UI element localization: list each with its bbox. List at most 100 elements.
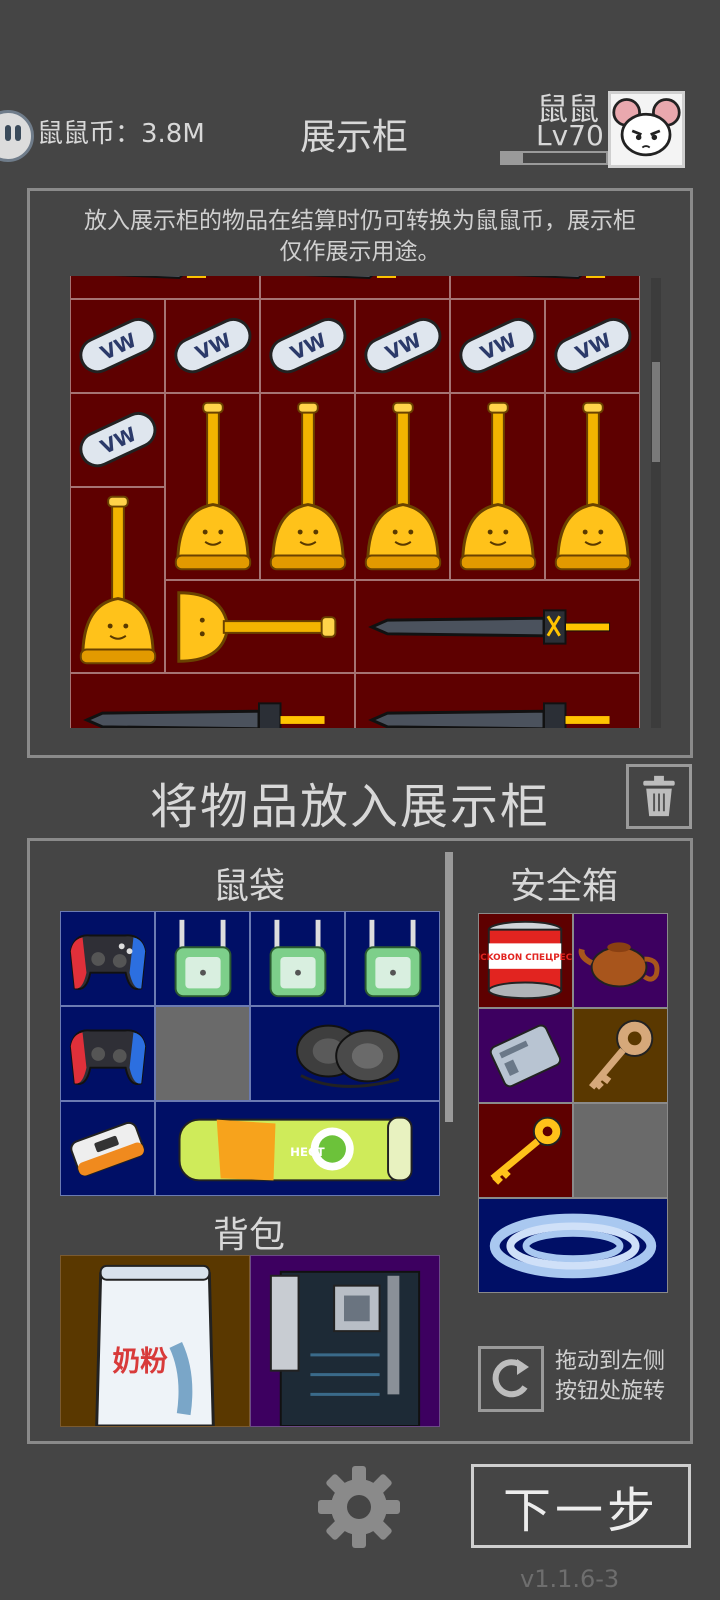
drink-label: НЕСТ <box>290 1145 324 1159</box>
milk-powder-jug-icon: 奶粉 <box>95 1264 215 1426</box>
capsule-icon: VW <box>459 317 537 374</box>
pouch-item-gamepad[interactable] <box>60 1006 155 1101</box>
showcase-item-weapon[interactable] <box>260 276 450 299</box>
sword-icon <box>368 609 611 645</box>
router-icon <box>364 919 422 998</box>
pouch-item-gamepad[interactable] <box>60 911 155 1006</box>
drink-tube-icon: НЕСТ <box>178 1116 413 1182</box>
safe-empty-slot[interactable] <box>573 1103 668 1198</box>
showcase-item-plunger-sideways[interactable] <box>165 580 355 673</box>
gamepad-icon <box>69 934 147 990</box>
plunger-icon <box>174 401 252 571</box>
hose-coil-icon <box>489 1213 657 1279</box>
sword-icon <box>368 702 610 728</box>
showcase-item-plunger[interactable] <box>450 393 545 580</box>
showcase-item-capsule[interactable]: VW <box>450 299 545 393</box>
plunger-icon <box>364 401 442 571</box>
currency-display: 鼠鼠币：3.8M <box>37 119 205 149</box>
backpack-item-motherboard[interactable] <box>250 1255 440 1427</box>
showcase-item-capsule[interactable]: VW <box>70 393 165 487</box>
plunger-icon <box>269 401 347 571</box>
gear-icon <box>318 1466 400 1548</box>
showcase-item-sword[interactable] <box>355 580 640 673</box>
headphones-icon <box>296 1024 400 1088</box>
showcase-item-plunger[interactable] <box>70 487 165 673</box>
showcase-item-weapon[interactable] <box>70 276 260 299</box>
plunger-icon <box>554 401 632 571</box>
plunger-icon <box>459 401 537 571</box>
placement-heading: 将物品放入展示柜 <box>150 779 551 835</box>
capsule-icon: VW <box>79 411 157 468</box>
inventory-scrollbar[interactable] <box>445 852 453 1122</box>
mouse-avatar-icon <box>612 98 681 157</box>
showcase-item-capsule[interactable]: VW <box>355 299 450 393</box>
backpack-title: 背包 <box>213 1215 286 1256</box>
backpack-grid[interactable]: 奶粉 <box>60 1255 440 1427</box>
hard-drive-icon <box>489 1024 562 1088</box>
showcase-scrollbar-thumb[interactable] <box>652 362 660 462</box>
showcase-item-capsule[interactable]: VW <box>165 299 260 393</box>
pouch-grid[interactable]: НЕСТ <box>60 911 440 1196</box>
capsule-icon: VW <box>79 317 157 374</box>
knife-icon <box>303 276 396 279</box>
gamepad-icon <box>69 1029 147 1085</box>
showcase-scrollbar[interactable] <box>651 278 661 728</box>
capsule-icon: VW <box>554 317 632 374</box>
pouch-item-powerbank[interactable] <box>60 1101 155 1196</box>
router-icon <box>269 919 327 998</box>
milk-powder-label: 奶粉 <box>113 1345 169 1378</box>
powerbank-icon <box>70 1121 145 1176</box>
sword-icon <box>83 702 325 728</box>
trash-button[interactable] <box>626 764 692 829</box>
showcase-notice: 放入展示柜的物品在结算时仍可转换为鼠鼠币，展示柜仅作展示用途。 <box>84 208 636 265</box>
golden-key-icon <box>490 1116 563 1185</box>
plunger-icon <box>177 591 337 663</box>
showcase-item-weapon[interactable] <box>450 276 640 299</box>
safe-item-key[interactable] <box>573 1008 668 1103</box>
canned-food-label: BOHCKOBON СПЕЦРЕСЕРВ <box>479 953 572 963</box>
rotate-icon <box>492 1359 529 1398</box>
next-button[interactable]: 下一步 <box>471 1464 691 1548</box>
showcase-item-capsule[interactable]: VW <box>70 299 165 393</box>
pouch-item-drink-tube[interactable]: НЕСТ <box>155 1101 440 1196</box>
menu-toggle-icon[interactable] <box>0 110 34 162</box>
pouch-empty-slot[interactable] <box>155 1006 250 1101</box>
safe-item-canned-food[interactable]: BOHCKOBON СПЕЦРЕСЕРВ <box>478 913 573 1008</box>
trash-icon <box>643 775 675 817</box>
safe-grid[interactable]: BOHCKOBON СПЕЦРЕСЕРВ <box>478 913 668 1293</box>
pouch-item-router[interactable] <box>155 911 250 1006</box>
pouch-item-headphones[interactable] <box>250 1006 440 1101</box>
capsule-icon: VW <box>174 317 252 374</box>
knife-icon <box>512 276 606 279</box>
showcase-item-sword[interactable] <box>70 673 355 728</box>
showcase-item-capsule[interactable]: VW <box>260 299 355 393</box>
teapot-icon <box>578 942 660 988</box>
showcase-item-plunger[interactable] <box>165 393 260 580</box>
level-progress-fill <box>502 153 523 163</box>
pouch-item-router[interactable] <box>250 911 345 1006</box>
pouch-title: 鼠袋 <box>213 866 286 907</box>
level-progress-bar <box>500 151 608 165</box>
rotate-hint: 拖动到左侧按钮处旋转 <box>555 1349 666 1404</box>
showcase-item-plunger[interactable] <box>260 393 355 580</box>
pouch-item-router[interactable] <box>345 911 440 1006</box>
backpack-item-milk-powder[interactable]: 奶粉 <box>60 1255 250 1427</box>
showcase-item-capsule[interactable]: VW <box>545 299 640 393</box>
player-level: Lv70 <box>536 119 604 152</box>
safe-item-hard-drive[interactable] <box>478 1008 573 1103</box>
canned-food-icon: BOHCKOBON СПЕЦРЕСЕРВ <box>479 920 572 1000</box>
next-button-label: 下一步 <box>502 1483 659 1539</box>
avatar[interactable] <box>608 91 685 168</box>
capsule-icon: VW <box>269 317 347 374</box>
capsule-icon: VW <box>364 317 442 374</box>
showcase-grid[interactable]: VW VW VW VW VW VW VW <box>70 276 640 728</box>
showcase-item-plunger[interactable] <box>355 393 450 580</box>
safe-item-hose-coil[interactable] <box>478 1198 668 1293</box>
safe-item-teapot[interactable] <box>573 913 668 1008</box>
settings-button[interactable] <box>316 1464 402 1550</box>
rotate-button[interactable] <box>478 1346 544 1412</box>
showcase-item-plunger[interactable] <box>545 393 640 580</box>
showcase-item-sword[interactable] <box>355 673 640 728</box>
safe-item-golden-key[interactable] <box>478 1103 573 1198</box>
version-label: v1.1.6-3 <box>520 1565 620 1593</box>
